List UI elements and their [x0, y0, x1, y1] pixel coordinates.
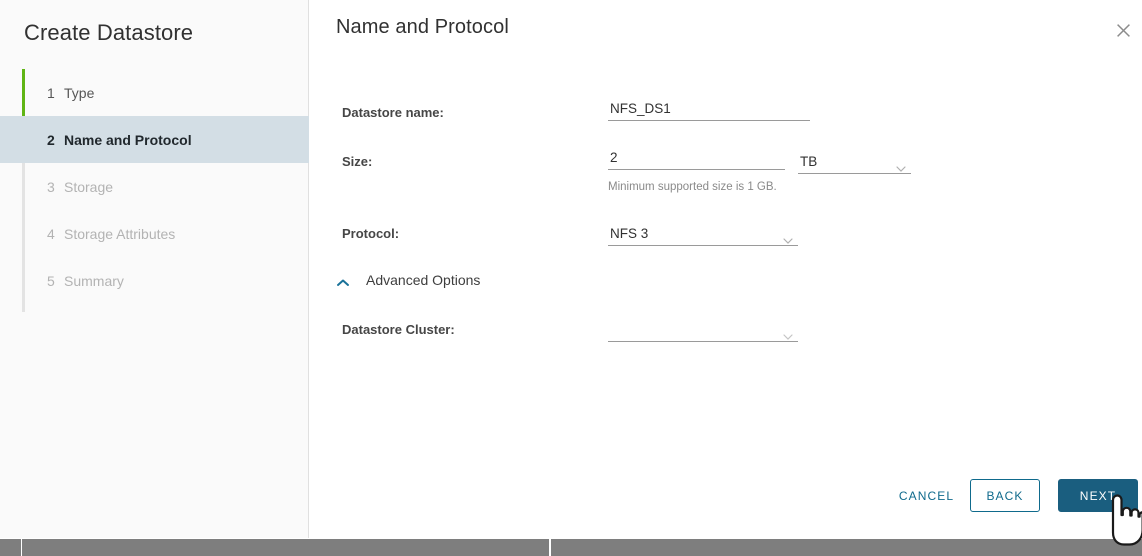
wizard-sidebar: Create Datastore 1 Type 2 Name and Proto…: [0, 0, 309, 538]
desktop-background-strip: [0, 538, 1142, 556]
size-helper-text: Minimum supported size is 1 GB.: [608, 181, 777, 193]
background-divider-left: [21, 538, 22, 556]
datastore-name-input[interactable]: [608, 101, 810, 121]
chevron-down-icon: [896, 159, 906, 172]
datastore-cluster-label: Datastore Cluster:: [342, 322, 455, 337]
name-and-protocol-form: Datastore name: Size: TB Minimum support…: [309, 0, 1142, 460]
step-number: 4: [47, 225, 55, 242]
sidebar-step-type[interactable]: 1 Type: [0, 69, 309, 116]
chevron-down-icon: [783, 231, 793, 244]
wizard-steps: 1 Type 2 Name and Protocol 3 Storage 4 S…: [0, 69, 309, 312]
protocol-value: NFS 3: [610, 226, 649, 241]
create-datastore-dialog: Create Datastore 1 Type 2 Name and Proto…: [0, 0, 1142, 538]
size-unit-select[interactable]: TB: [798, 150, 911, 174]
advanced-options-toggle[interactable]: Advanced Options: [336, 272, 480, 288]
sidebar-step-summary[interactable]: 5 Summary: [0, 257, 309, 304]
sidebar-step-storage-attributes[interactable]: 4 Storage Attributes: [0, 210, 309, 257]
step-label: Summary: [64, 272, 124, 289]
back-button[interactable]: BACK: [970, 479, 1040, 512]
step-number: 5: [47, 272, 55, 289]
screen: Create Datastore 1 Type 2 Name and Proto…: [0, 0, 1142, 556]
step-label: Name and Protocol: [64, 131, 192, 148]
sidebar-step-storage[interactable]: 3 Storage: [0, 163, 309, 210]
datastore-name-label: Datastore name:: [342, 105, 444, 120]
sidebar-step-name-and-protocol[interactable]: 2 Name and Protocol: [0, 116, 309, 163]
step-number: 1: [47, 84, 55, 101]
dialog-content: Name and Protocol Datastore name: Size: …: [309, 0, 1142, 538]
chevron-up-icon: [336, 275, 350, 286]
protocol-select[interactable]: NFS 3: [608, 222, 798, 246]
step-label: Storage Attributes: [64, 225, 176, 242]
chevron-down-icon: [783, 327, 793, 340]
advanced-options-label: Advanced Options: [366, 272, 481, 288]
size-input[interactable]: [608, 150, 785, 170]
protocol-label: Protocol:: [342, 226, 400, 241]
size-unit-value: TB: [800, 154, 818, 169]
cancel-button[interactable]: CANCEL: [883, 479, 970, 512]
size-label: Size:: [342, 154, 373, 169]
dialog-footer: CANCEL BACK NEXT: [309, 470, 1142, 538]
step-label: Storage: [64, 178, 114, 195]
wizard-title: Create Datastore: [24, 20, 194, 45]
step-number: 2: [47, 131, 55, 148]
step-number: 3: [47, 178, 55, 195]
background-divider: [549, 538, 551, 556]
step-label: Type: [64, 84, 95, 101]
datastore-cluster-select[interactable]: [608, 318, 798, 342]
next-button[interactable]: NEXT: [1058, 479, 1138, 512]
